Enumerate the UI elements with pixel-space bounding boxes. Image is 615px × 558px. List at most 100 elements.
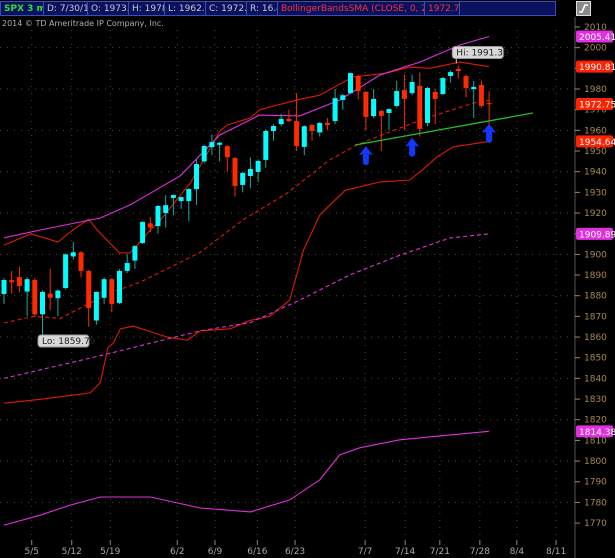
x-tick-label: 8/11 [546, 547, 566, 557]
candle [47, 268, 53, 311]
y-tick-label: 1770 [584, 519, 607, 529]
candle [363, 91, 369, 131]
candle-body [440, 78, 446, 94]
candle [348, 72, 353, 95]
candle [386, 108, 392, 131]
candle-body [363, 91, 369, 117]
candle [340, 94, 346, 110]
y-tick-label: 1980 [584, 85, 607, 95]
candle [324, 117, 330, 131]
candle-body [170, 195, 176, 198]
y-tick-label: 1890 [584, 271, 607, 281]
candle [147, 217, 153, 233]
candle-body [386, 109, 392, 113]
candle-body [217, 142, 223, 145]
candle [140, 221, 146, 245]
candle [440, 76, 446, 96]
candle [317, 122, 323, 137]
candle [9, 270, 15, 294]
candle [371, 89, 377, 118]
candle [478, 80, 484, 108]
candle [455, 65, 461, 79]
candle [109, 278, 115, 313]
price-label: 1954.64 [579, 138, 615, 148]
candle-body [109, 279, 115, 304]
candle [155, 204, 161, 234]
candle [86, 269, 92, 327]
candle-body [78, 252, 84, 271]
candle-body [224, 146, 230, 158]
candle [401, 74, 407, 131]
x-tick-label: 7/7 [358, 547, 372, 557]
x-tick-label: 6/9 [208, 547, 223, 557]
candle-body [1, 280, 7, 295]
candle [355, 74, 361, 100]
candle-body [232, 158, 238, 186]
candle [93, 291, 99, 325]
candle-body [301, 126, 307, 147]
candle-body [163, 205, 169, 214]
candle [463, 74, 469, 98]
candle [378, 109, 384, 152]
y-tick-label: 1850 [584, 354, 607, 364]
candle-body [247, 169, 253, 177]
support-arrow-icon [482, 123, 497, 143]
y-tick-label: 1820 [584, 416, 607, 426]
candle-body [317, 122, 323, 133]
candle-body [63, 254, 69, 289]
candle-body [263, 130, 269, 160]
candle [471, 80, 477, 118]
series-bb2-middle [3, 233, 490, 379]
candle-body [93, 291, 99, 321]
candle-body [278, 118, 284, 125]
price-label: 2005.41 [579, 33, 615, 43]
x-tick-label: 6/16 [247, 547, 267, 557]
candle-body [332, 98, 338, 122]
candle [55, 289, 61, 317]
candle-body [463, 75, 469, 88]
low-annotation: Lo: 1859.79 [42, 337, 96, 347]
candle [63, 253, 69, 290]
candle [209, 134, 215, 156]
candle-body [178, 197, 184, 202]
candle-body [124, 263, 130, 271]
y-tick-label: 1790 [584, 478, 607, 488]
candle-body [309, 124, 315, 131]
candle [448, 70, 454, 83]
y-tick-label: 1950 [584, 147, 607, 157]
y-tick-label: 1960 [584, 126, 607, 136]
candle-body [340, 95, 346, 100]
candle-body [70, 252, 76, 257]
candle-body [255, 160, 261, 172]
candle [178, 196, 184, 209]
y-tick-label: 1860 [584, 333, 607, 343]
candle [124, 254, 130, 273]
x-tick-label: 8/4 [510, 547, 525, 557]
candle-body [194, 164, 199, 190]
candle [425, 86, 430, 127]
candle [163, 195, 169, 228]
series-bb2-lower [3, 430, 490, 526]
candle-body [24, 279, 30, 292]
candle [224, 144, 230, 172]
price-label: 1814.38 [579, 428, 615, 438]
candle-body [478, 84, 484, 106]
candle [247, 157, 253, 189]
y-tick-label: 1920 [584, 209, 607, 219]
candle [170, 194, 176, 216]
price-chart[interactable]: Hi: 1991.39 Lo: 1859.79 1770 1780 1790 1800 18… [0, 0, 615, 558]
x-tick-label: 7/21 [430, 547, 450, 557]
candle-body [432, 91, 438, 99]
candle-body [9, 280, 15, 283]
price-label: 1972.75 [579, 100, 615, 110]
y-tick-label: 1810 [584, 436, 607, 446]
candle-body [32, 280, 38, 315]
candle-body [117, 270, 122, 303]
y-tick-label: 2000 [584, 44, 607, 54]
y-tick-label: 1800 [584, 457, 607, 467]
x-tick-label: 5/5 [24, 547, 38, 557]
candle-body [417, 85, 423, 129]
candle [309, 124, 315, 141]
candle-body [425, 87, 430, 123]
x-tick-label: 7/28 [470, 547, 490, 557]
